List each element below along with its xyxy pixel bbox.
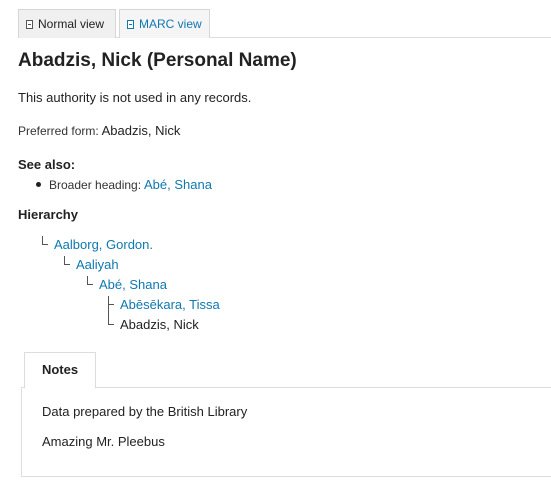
tree-connector-icon xyxy=(64,256,70,265)
tree-connector-icon xyxy=(108,296,114,305)
view-tabs: Normal view MARC view xyxy=(18,9,551,38)
preferred-form-label: Preferred form: xyxy=(18,124,99,138)
preferred-form-value: Abadzis, Nick xyxy=(101,123,181,138)
hierarchy-node-abesekara[interactable]: Abēsēkara, Tissa xyxy=(120,297,220,312)
tab-marc-view[interactable]: MARC view xyxy=(119,9,210,38)
note-line: Data prepared by the British Library xyxy=(42,404,248,419)
preferred-form: Preferred form: Abadzis, Nick xyxy=(18,123,180,138)
see-also-item: Broader heading: Abé, Shana xyxy=(36,177,212,192)
hierarchy-node-aaliyah[interactable]: Aaliyah xyxy=(76,257,119,272)
tab-normal-view[interactable]: Normal view xyxy=(18,9,116,38)
notes-panel: Data prepared by the British Library Ama… xyxy=(21,388,551,477)
see-also-list: Broader heading: Abé, Shana xyxy=(36,177,212,192)
see-also-item-link[interactable]: Abé, Shana xyxy=(144,177,212,192)
document-icon xyxy=(127,20,134,29)
tab-notes[interactable]: Notes xyxy=(24,352,96,389)
tree-connector-icon xyxy=(42,236,48,245)
notes-tabs: Notes xyxy=(21,352,551,389)
see-also-item-label: Broader heading: xyxy=(49,178,142,192)
hierarchy-heading: Hierarchy xyxy=(18,207,78,222)
hierarchy-node-current: Abadzis, Nick xyxy=(120,317,199,332)
tree-connector-icon xyxy=(108,305,114,325)
usage-text: This authority is not used in any record… xyxy=(18,90,252,105)
tab-normal-view-label: Normal view xyxy=(38,17,105,31)
tree-connector-icon xyxy=(87,276,93,285)
hierarchy-node-abe-shana[interactable]: Abé, Shana xyxy=(99,277,167,292)
bullet-icon xyxy=(36,182,41,187)
note-line: Amazing Mr. Pleebus xyxy=(42,434,165,449)
see-also-heading: See also: xyxy=(18,157,76,172)
document-icon xyxy=(26,20,33,29)
page-title: Abadzis, Nick (Personal Name) xyxy=(18,50,297,71)
tab-marc-view-label: MARC view xyxy=(139,17,202,31)
hierarchy-node-aalborg[interactable]: Aalborg, Gordon. xyxy=(54,237,153,252)
